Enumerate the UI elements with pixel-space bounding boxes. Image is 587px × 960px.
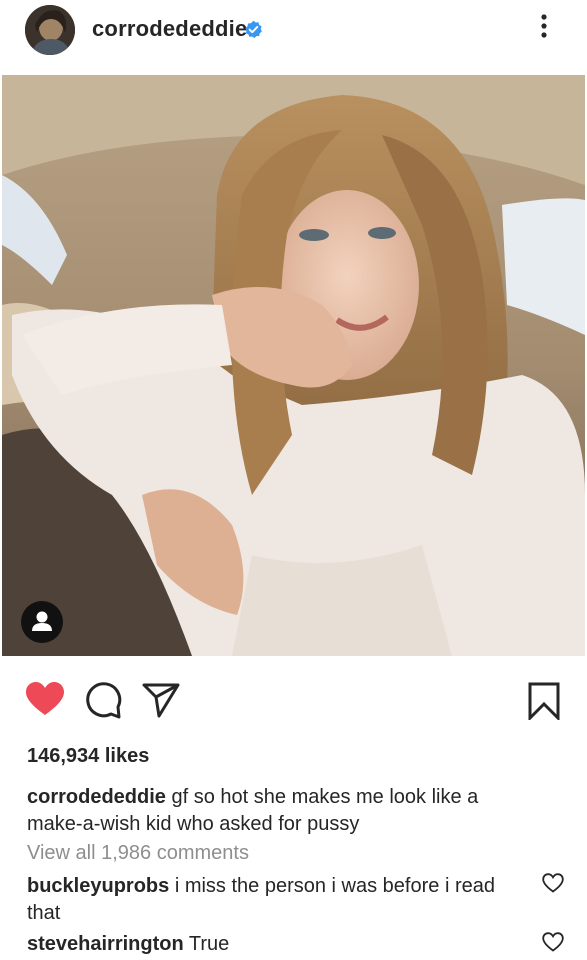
view-all-comments-link[interactable]: View all 1,986 comments [27,842,249,865]
comment-text: True [188,933,230,955]
bookmark-icon[interactable] [527,682,561,720]
comment-icon[interactable] [84,681,122,719]
comment-item: buckleyuprobs i miss the person i was be… [27,873,527,927]
user-tag-icon[interactable] [21,601,63,643]
more-options-icon[interactable] [532,12,556,40]
comment-username[interactable]: buckleyuprobs [27,875,169,897]
post-caption: corrodededdie gf so hot she makes me loo… [27,784,527,838]
post-header: corrodededdie [2,0,585,66]
post-photo[interactable]: graceyanblue [2,75,585,656]
verified-badge-icon [245,20,262,39]
caption-username[interactable]: corrodededdie [27,786,166,808]
post-username[interactable]: corrodededdie [92,16,247,42]
avatar[interactable] [25,5,75,55]
share-icon[interactable] [142,682,180,718]
comment-username[interactable]: stevehairrington [27,933,184,955]
post-card: corrodededdie 146,934 likes corrodededdi… [2,0,585,960]
comment-item: stevehairrington True [27,931,527,958]
likes-count[interactable]: 146,934 likes [27,745,149,768]
comment-like-icon[interactable] [542,873,564,893]
comment-like-icon[interactable] [542,932,564,952]
heart-icon[interactable] [26,682,64,716]
